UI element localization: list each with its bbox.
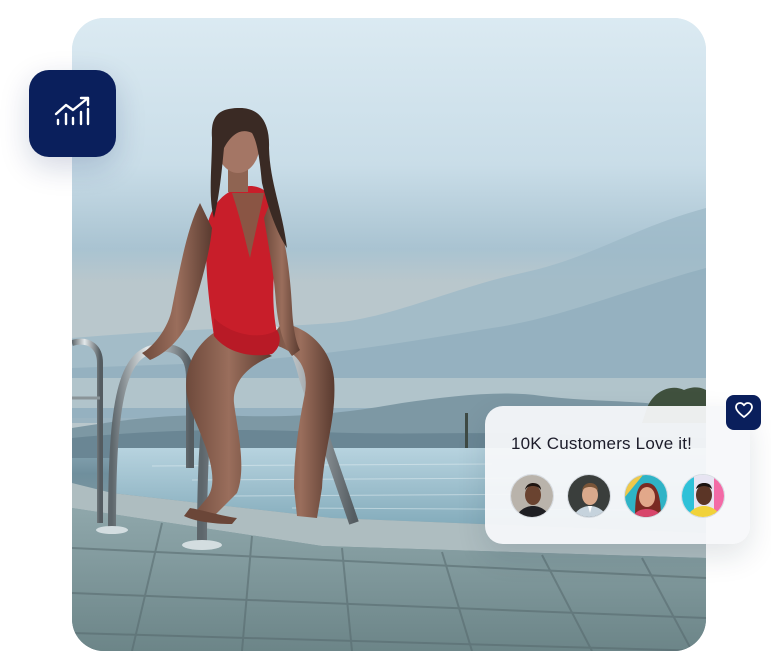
avatar-row	[510, 474, 725, 518]
hero-photo	[72, 18, 706, 651]
customers-card: 10K Customers Love it!	[485, 406, 750, 544]
favorite-badge[interactable]	[726, 395, 761, 430]
customer-avatar	[510, 474, 554, 518]
chart-growth-icon	[54, 96, 92, 131]
customer-avatar	[624, 474, 668, 518]
customer-avatar	[567, 474, 611, 518]
customers-title: 10K Customers Love it!	[511, 434, 693, 453]
customer-avatar	[681, 474, 725, 518]
hero-section: 10K Customers Love it!	[0, 0, 771, 656]
analytics-badge	[29, 70, 116, 157]
heart-icon	[734, 402, 753, 423]
